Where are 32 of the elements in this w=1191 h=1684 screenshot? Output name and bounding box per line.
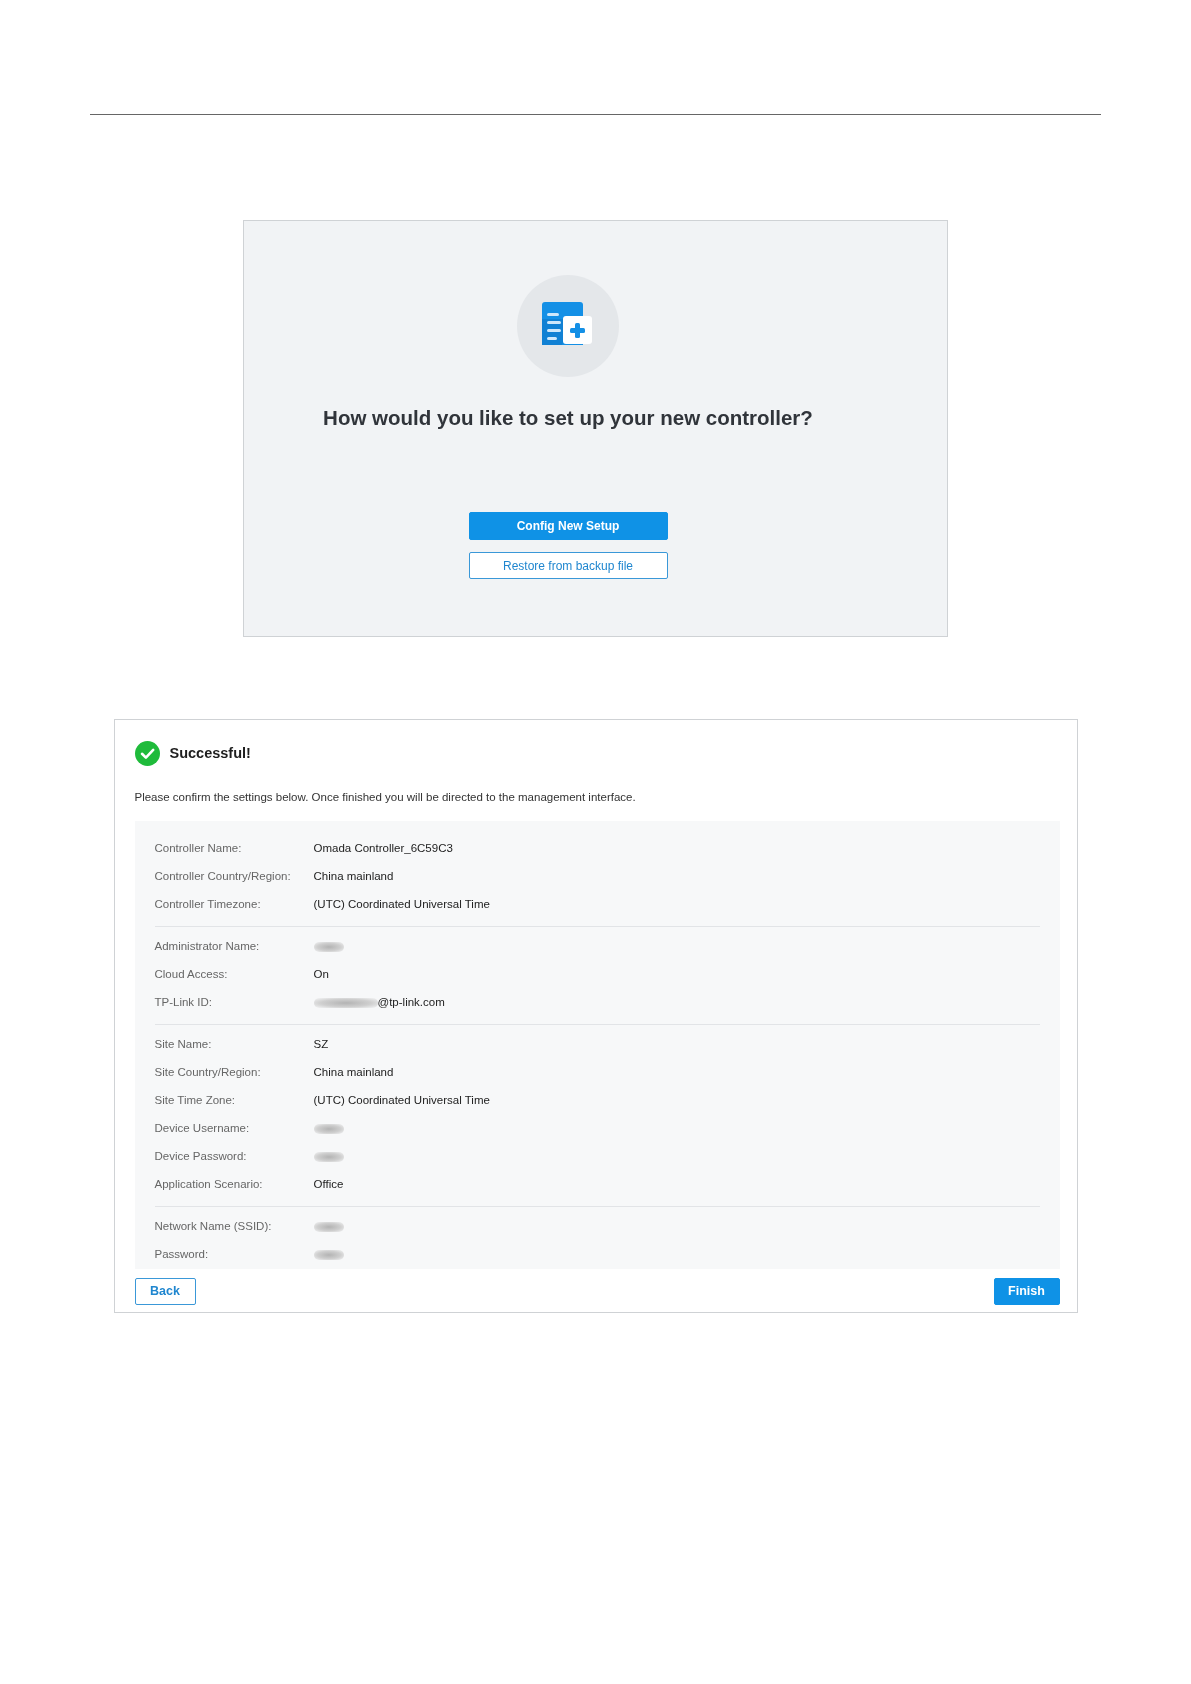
setting-label: Device Password:	[154, 1149, 248, 1165]
setting-value: China mainland	[313, 869, 394, 885]
setting-label: Application Scenario:	[154, 1177, 264, 1193]
outline-button[interactable]: Restore from backup file	[468, 552, 668, 579]
setting-label: Controller Name:	[154, 841, 243, 857]
outline-button[interactable]: Back	[134, 1278, 196, 1305]
instruction-text: Please confirm the settings below. Once finished you will be directed to the management interface.	[134, 790, 637, 805]
setting-value: @tp-link.com	[377, 995, 445, 1011]
document-plus-icon	[517, 275, 619, 377]
setting-value: SZ	[313, 1037, 329, 1053]
setting-value: Omada Controller_6C59C3	[313, 841, 453, 857]
setting-label: Cloud Access:	[154, 967, 229, 983]
check-circle-icon	[134, 741, 160, 766]
setting-value: (UTC) Coordinated Universal Time	[313, 897, 490, 913]
setting-value: Office	[313, 1177, 344, 1193]
status-title: Successful!	[169, 743, 251, 763]
setting-label: Device Username:	[154, 1121, 251, 1137]
primary-button[interactable]: Finish	[993, 1278, 1060, 1305]
setup-question: How would you like to set up your new controller?	[322, 406, 814, 430]
setting-label: Administrator Name:	[154, 939, 261, 955]
setting-value: On	[313, 967, 329, 983]
setting-label: Controller Country/Region:	[154, 869, 292, 885]
setting-label: Password:	[154, 1247, 210, 1263]
setting-label: Site Time Zone:	[154, 1093, 237, 1109]
setting-value: China mainland	[313, 1065, 394, 1081]
primary-button[interactable]: Config New Setup	[468, 512, 668, 540]
setting-label: Network Name (SSID):	[154, 1219, 273, 1235]
setting-value: (UTC) Coordinated Universal Time	[313, 1093, 490, 1109]
setting-label: Controller Timezone:	[154, 897, 262, 913]
setting-label: Site Country/Region:	[154, 1065, 262, 1081]
setting-label: Site Name:	[154, 1037, 213, 1053]
setting-label: TP-Link ID:	[154, 995, 213, 1011]
